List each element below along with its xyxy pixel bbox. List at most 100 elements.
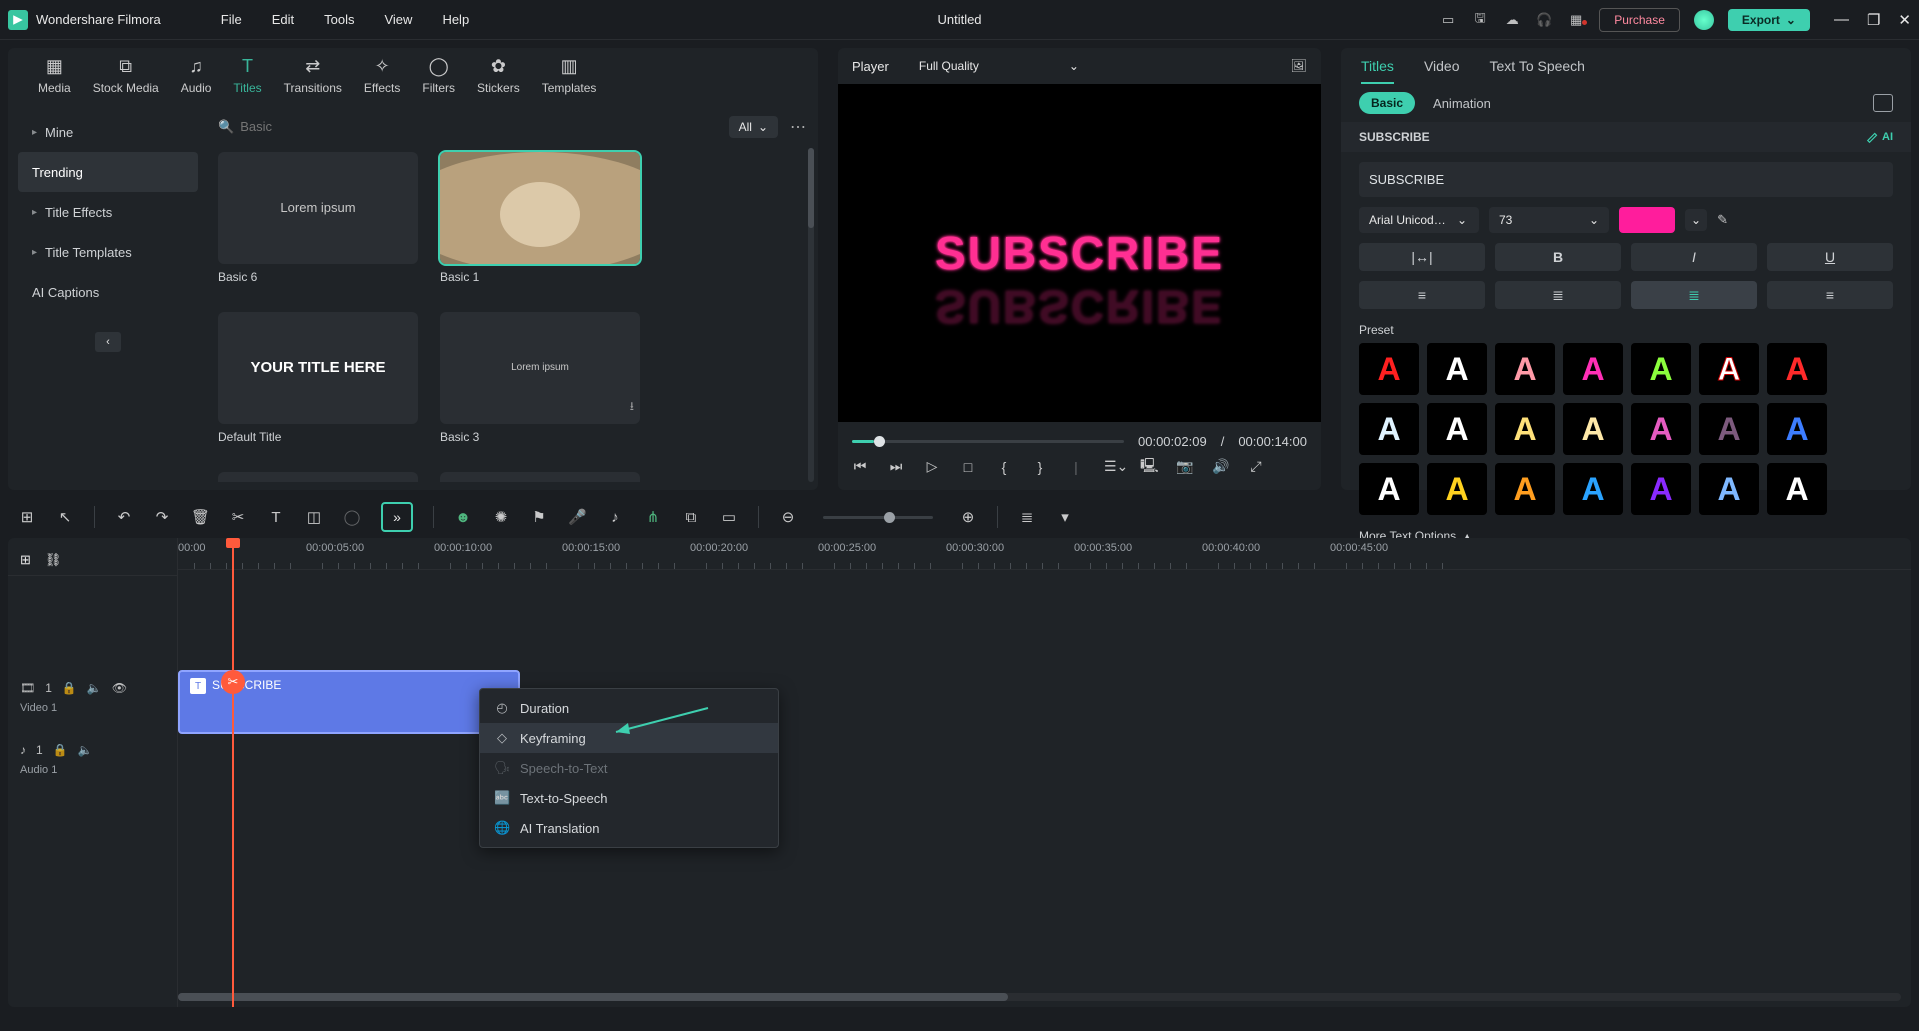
italic-button[interactable]: I (1631, 243, 1757, 271)
sidebar-item-title-templates[interactable]: ▸Title Templates (18, 232, 198, 272)
ai-enhance-icon[interactable]: AI (1866, 130, 1893, 144)
modules-icon[interactable]: ⊞ (18, 508, 36, 526)
audio-track-header[interactable]: ♪1🔒🔈 (8, 736, 177, 764)
audio-tool-icon[interactable]: ♪ (606, 509, 624, 526)
menu-ai-translation[interactable]: 🌐AI Translation (480, 813, 778, 843)
preset-swatch[interactable]: A (1699, 343, 1759, 395)
align-left-button[interactable]: ≡ (1359, 281, 1485, 309)
link-tracks-icon[interactable]: ⛓ (45, 552, 62, 568)
preset-swatch[interactable]: A (1767, 343, 1827, 395)
undo-icon[interactable]: ↶ (115, 508, 133, 526)
link-tool-icon[interactable]: ⧉ (682, 509, 700, 526)
subtab-animation[interactable]: Animation (1433, 96, 1491, 111)
stop-icon[interactable]: □ (960, 459, 976, 475)
char-spacing-button[interactable]: |↔| (1359, 243, 1485, 271)
filter-select[interactable]: All⌄ (729, 116, 778, 138)
preset-swatch[interactable]: A (1767, 403, 1827, 455)
sidebar-item-title-effects[interactable]: ▸Title Effects (18, 192, 198, 232)
avatar[interactable] (1694, 10, 1714, 30)
mark-in-icon[interactable]: { (996, 459, 1012, 475)
delete-icon[interactable]: 🗑 (191, 508, 209, 526)
nav-effects[interactable]: ✧Effects (364, 52, 400, 99)
preset-swatch[interactable]: A (1427, 403, 1487, 455)
font-size-select[interactable]: 73⌄ (1489, 207, 1609, 233)
menu-tools[interactable]: Tools (324, 12, 354, 27)
color-dropdown[interactable]: ⌄ (1685, 209, 1707, 231)
nav-templates[interactable]: ▥Templates (542, 52, 597, 99)
zoom-out-icon[interactable]: ⊖ (779, 508, 797, 526)
title-thumb-default[interactable]: YOUR TITLE HERE (218, 312, 418, 424)
align-center-button[interactable]: ≣ (1495, 281, 1621, 309)
preset-swatch[interactable]: A (1631, 403, 1691, 455)
crop-icon[interactable]: ◫ (305, 508, 323, 526)
nav-audio[interactable]: ♫Audio (181, 52, 212, 99)
preset-swatch[interactable]: A (1427, 343, 1487, 395)
nav-transitions[interactable]: ⇄Transitions (284, 52, 342, 99)
menu-file[interactable]: File (221, 12, 242, 27)
mute-icon[interactable]: 🔈 (87, 681, 102, 695)
play-icon[interactable]: ▷ (924, 458, 940, 475)
zoom-in-icon[interactable]: ⊕ (959, 508, 977, 526)
zoom-slider[interactable] (823, 516, 933, 519)
nav-titles[interactable]: TTitles (233, 52, 261, 99)
save-icon[interactable]: 🖫 (1471, 9, 1489, 31)
maximize-button[interactable]: ❐ (1867, 11, 1880, 29)
menu-keyframing[interactable]: ◇Keyframing (480, 723, 778, 753)
menu-help[interactable]: Help (442, 12, 469, 27)
lock-icon[interactable]: 🔒 (62, 681, 77, 695)
preset-swatch[interactable]: A (1495, 343, 1555, 395)
fullscreen-icon[interactable]: ⤢ (1248, 458, 1264, 475)
preset-swatch[interactable]: A (1495, 403, 1555, 455)
tab-titles[interactable]: Titles (1361, 58, 1394, 84)
font-family-select[interactable]: Arial Unicode MS⌄ (1359, 207, 1479, 233)
marker-flag-icon[interactable]: ⚑ (530, 508, 548, 526)
nav-stickers[interactable]: ✿Stickers (477, 52, 520, 99)
track-height-icon[interactable]: ≣ (1018, 508, 1036, 526)
nav-stock-media[interactable]: ⧉Stock Media (93, 52, 159, 99)
display-icon[interactable]: 🖳 (1140, 455, 1156, 479)
browser-scrollbar[interactable] (808, 148, 814, 482)
title-thumb-basic1[interactable] (440, 152, 640, 264)
timeline-settings-icon[interactable]: ⊞ (20, 552, 31, 568)
preset-swatch[interactable]: A (1359, 403, 1419, 455)
track-menu-chevron[interactable]: ▾ (1056, 508, 1074, 526)
next-edit-icon[interactable]: ⏭ (888, 458, 904, 475)
speed-icon[interactable]: ✺ (492, 508, 510, 526)
playhead[interactable]: ✂ (232, 538, 234, 1007)
smiley-icon[interactable]: ☻ (454, 509, 472, 526)
screen-icon[interactable]: ▭ (1439, 12, 1457, 28)
timeline-scrollbar[interactable] (178, 993, 1901, 1001)
camera-icon[interactable]: 📷 (1176, 458, 1192, 475)
download-icon[interactable]: ⭳ (630, 397, 634, 418)
mic-icon[interactable]: 🎤 (568, 508, 586, 526)
preview-stage[interactable]: SUBSCRIBE SUBSCRIBE (838, 84, 1321, 422)
minimize-button[interactable]: — (1834, 11, 1849, 29)
title-thumb-extra2[interactable]: Lorem ipsum⭳ (440, 472, 640, 482)
sidebar-item-mine[interactable]: ▸Mine (18, 112, 198, 152)
color-tool-icon[interactable]: ◯ (343, 508, 361, 526)
timeline-canvas[interactable]: 00:0000:00:05:0000:00:10:0000:00:15:0000… (178, 538, 1911, 1007)
search-input[interactable] (240, 119, 500, 134)
menu-edit[interactable]: Edit (272, 12, 294, 27)
preset-swatch[interactable]: A (1631, 343, 1691, 395)
subtab-basic[interactable]: Basic (1359, 92, 1415, 114)
title-thumb-basic6[interactable]: Lorem ipsum (218, 152, 418, 264)
progress-slider[interactable] (852, 440, 1124, 443)
visible-icon[interactable]: 👁 (112, 681, 127, 695)
title-thumb-extra1[interactable]: Lorem ipsum⭳ (218, 472, 418, 482)
more-tools-button[interactable]: » (381, 502, 413, 532)
menu-text-to-speech[interactable]: 🔤Text-to-Speech (480, 783, 778, 813)
prev-edit-icon[interactable]: ⏮ (852, 458, 868, 475)
apps-icon[interactable]: ▦ (1567, 12, 1585, 28)
playhead-split-icon[interactable]: ✂ (221, 670, 245, 694)
sidebar-collapse-button[interactable]: ‹ (95, 332, 121, 352)
underline-button[interactable]: U (1767, 243, 1893, 271)
sub-tool-icon[interactable]: ▭ (720, 508, 738, 526)
title-thumb-basic3[interactable]: Lorem ipsum⭳ (440, 312, 640, 424)
eyedropper-icon[interactable]: ✎ (1717, 212, 1728, 228)
lock-icon[interactable]: 🔒 (53, 743, 68, 757)
font-color-swatch[interactable] (1619, 207, 1675, 233)
cloud-icon[interactable]: ☁ (1503, 12, 1521, 28)
mark-out-icon[interactable]: } (1032, 459, 1048, 475)
more-options-icon[interactable]: ⋯ (790, 117, 808, 137)
